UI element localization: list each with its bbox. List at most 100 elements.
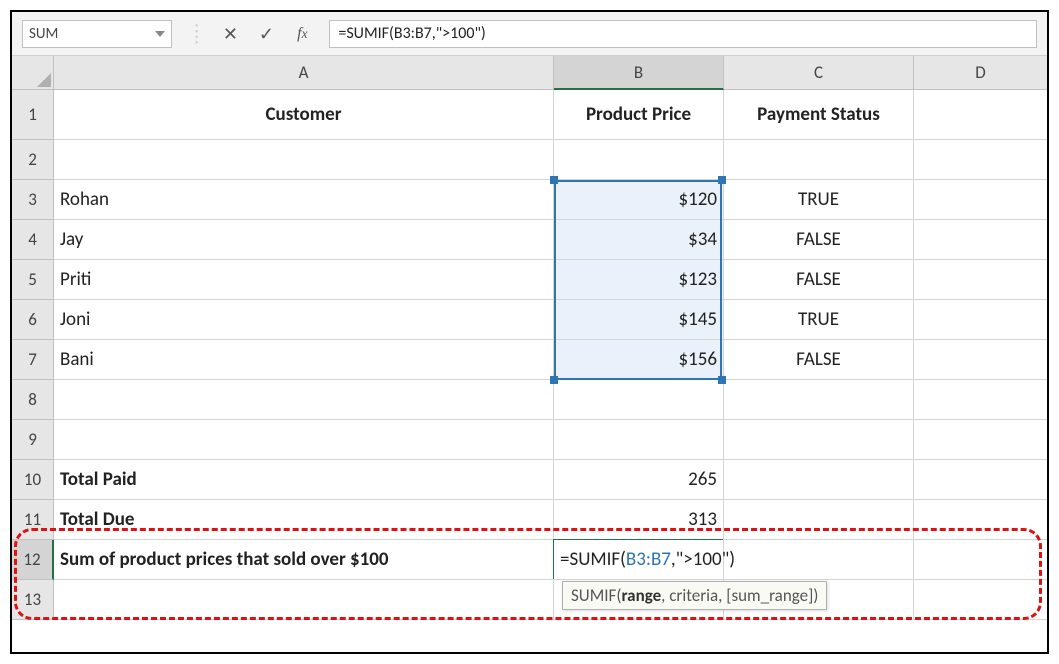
range-handle-tl[interactable] (550, 176, 558, 184)
cell-C5[interactable]: FALSE (724, 260, 914, 300)
separator: ⁞ (190, 22, 203, 46)
cell-D7[interactable] (914, 340, 1048, 380)
row-1: Customer Product Price Payment Status (54, 90, 1048, 140)
cell-formula-display: =SUMIF(B3:B7,">100") (560, 548, 735, 571)
cell-B4[interactable]: $34 (554, 220, 724, 260)
row-header-13[interactable]: 13 (12, 580, 54, 620)
row-6: Joni $145 TRUE (54, 300, 1048, 340)
cell-B6[interactable]: $145 (554, 300, 724, 340)
row-header-11[interactable]: 11 (12, 500, 54, 540)
cell-B8[interactable] (554, 380, 724, 420)
cell-D13[interactable] (914, 580, 1048, 620)
row-header-12[interactable]: 12 (12, 540, 54, 580)
cell-C11[interactable] (724, 500, 914, 540)
cell-A2[interactable] (54, 140, 554, 180)
cell-D10[interactable] (914, 460, 1048, 500)
cell-B9[interactable] (554, 420, 724, 460)
cell-B11[interactable]: 313 (554, 500, 724, 540)
name-box-dropdown-icon[interactable] (155, 31, 165, 37)
cell-D4[interactable] (914, 220, 1048, 260)
row-header-2[interactable]: 2 (12, 140, 54, 180)
row-11: Total Due 313 (54, 500, 1048, 540)
row-header-1[interactable]: 1 (12, 90, 54, 140)
row-header-9[interactable]: 9 (12, 420, 54, 460)
row-header-8[interactable]: 8 (12, 380, 54, 420)
cell-A4[interactable]: Jay (54, 220, 554, 260)
cell-C7[interactable]: FALSE (724, 340, 914, 380)
row-10: Total Paid 265 (54, 460, 1048, 500)
corner-triangle-icon (37, 73, 51, 87)
row-3: Rohan $120 TRUE (54, 180, 1048, 220)
cell-C9[interactable] (724, 420, 914, 460)
cell-A12[interactable]: Sum of product prices that sold over $10… (54, 540, 554, 580)
row-header-3[interactable]: 3 (12, 180, 54, 220)
formula-bar: SUM ⁞ ✕ ✓ fx =SUMIF(B3:B7,">100") (12, 12, 1047, 56)
cell-A9[interactable] (54, 420, 554, 460)
formula-text: =SUMIF(B3:B7,">100") (338, 24, 485, 43)
select-all-corner[interactable] (12, 56, 54, 90)
col-header-D[interactable]: D (914, 56, 1048, 90)
name-box-value: SUM (29, 25, 58, 43)
cell-B1[interactable]: Product Price (554, 90, 724, 140)
cell-C1[interactable]: Payment Status (724, 90, 914, 140)
cell-A3[interactable]: Rohan (54, 180, 554, 220)
cell-C10[interactable] (724, 460, 914, 500)
row-7: Bani $156 FALSE (54, 340, 1048, 380)
cell-C2[interactable] (724, 140, 914, 180)
cell-A1[interactable]: Customer (54, 90, 554, 140)
cell-C6[interactable]: TRUE (724, 300, 914, 340)
row-header-10[interactable]: 10 (12, 460, 54, 500)
cell-D11[interactable] (914, 500, 1048, 540)
name-box[interactable]: SUM (22, 20, 172, 48)
row-2 (54, 140, 1048, 180)
row-header-5[interactable]: 5 (12, 260, 54, 300)
cell-D5[interactable] (914, 260, 1048, 300)
cell-D12[interactable] (914, 540, 1048, 580)
fx-icon[interactable]: fx (293, 25, 311, 43)
cell-B10[interactable]: 265 (554, 460, 724, 500)
cell-D1[interactable] (914, 90, 1048, 140)
cell-B2[interactable] (554, 140, 724, 180)
cell-A6[interactable]: Joni (54, 300, 554, 340)
cell-D3[interactable] (914, 180, 1048, 220)
excel-window: SUM ⁞ ✕ ✓ fx =SUMIF(B3:B7,">100") A B C … (10, 10, 1049, 654)
cell-B3[interactable]: $120 (554, 180, 724, 220)
column-headers: A B C D (54, 56, 1048, 90)
cell-C4[interactable]: FALSE (724, 220, 914, 260)
formula-tooltip: SUMIF(range, criteria, [sum_range]) (562, 581, 827, 610)
row-header-4[interactable]: 4 (12, 220, 54, 260)
formula-input[interactable]: =SUMIF(B3:B7,">100") (329, 20, 1037, 48)
cell-A7[interactable]: Bani (54, 340, 554, 380)
enter-button[interactable]: ✓ (257, 25, 275, 43)
cell-C8[interactable] (724, 380, 914, 420)
cell-A5[interactable]: Priti (54, 260, 554, 300)
cell-D8[interactable] (914, 380, 1048, 420)
cell-B12[interactable]: =SUMIF(B3:B7,">100") (554, 540, 724, 580)
col-header-B[interactable]: B (554, 56, 724, 90)
col-header-A[interactable]: A (54, 56, 554, 90)
range-handle-bl[interactable] (550, 376, 558, 384)
row-4: Jay $34 FALSE (54, 220, 1048, 260)
cell-A13[interactable] (54, 580, 554, 620)
row-header-7[interactable]: 7 (12, 340, 54, 380)
range-handle-tr[interactable] (718, 176, 726, 184)
col-header-C[interactable]: C (724, 56, 914, 90)
range-handle-br[interactable] (718, 376, 726, 384)
cancel-button[interactable]: ✕ (221, 25, 239, 43)
row-9 (54, 420, 1048, 460)
row-8 (54, 380, 1048, 420)
cell-A8[interactable] (54, 380, 554, 420)
cell-B7[interactable]: $156 (554, 340, 724, 380)
row-headers: 1 2 3 4 5 6 7 8 9 10 11 12 13 (12, 90, 54, 620)
cell-D2[interactable] (914, 140, 1048, 180)
cells-area: Customer Product Price Payment Status Ro… (54, 90, 1048, 620)
cell-B5[interactable]: $123 (554, 260, 724, 300)
cell-C3[interactable]: TRUE (724, 180, 914, 220)
row-header-6[interactable]: 6 (12, 300, 54, 340)
cell-A11[interactable]: Total Due (54, 500, 554, 540)
cell-D9[interactable] (914, 420, 1048, 460)
cell-A10[interactable]: Total Paid (54, 460, 554, 500)
cell-D6[interactable] (914, 300, 1048, 340)
cell-C12[interactable] (724, 540, 914, 580)
row-13 (54, 580, 1048, 620)
